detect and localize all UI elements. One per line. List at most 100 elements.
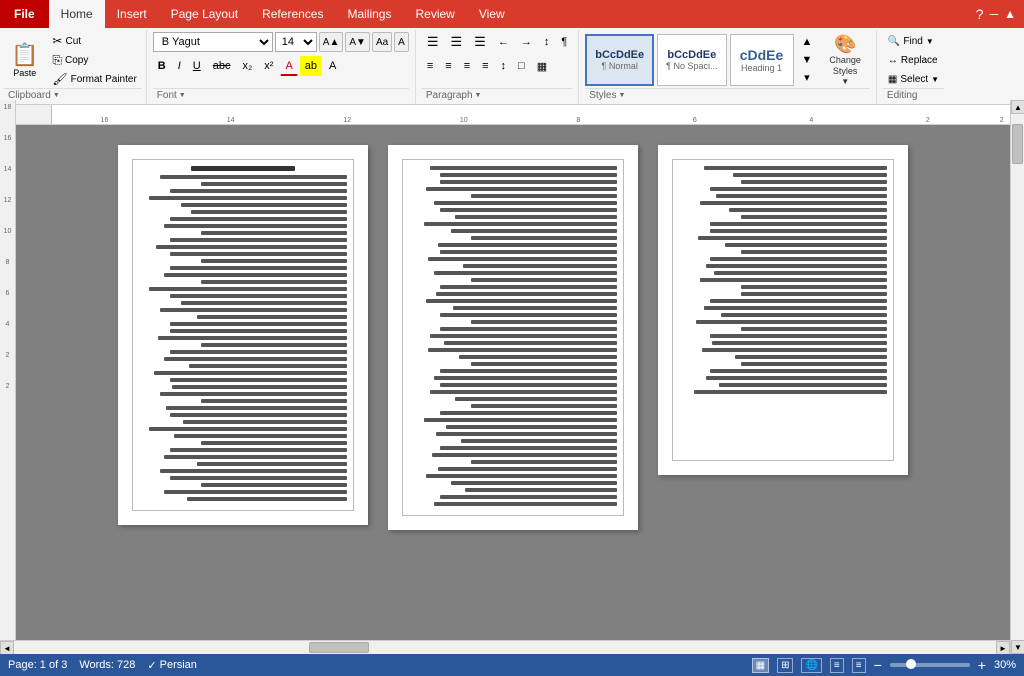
highlight-button[interactable]: ab — [300, 56, 322, 76]
shrink-font-button[interactable]: A▼ — [345, 32, 370, 52]
scroll-right-button[interactable]: ► — [996, 641, 1010, 655]
font-size-select[interactable]: 14 — [275, 32, 317, 52]
word-count: Words: 728 — [79, 659, 135, 671]
line-spacing-button[interactable]: ↕ — [496, 56, 512, 76]
cut-button[interactable]: ✂ Cut — [47, 32, 141, 50]
draft-view-button[interactable]: ≡ — [852, 658, 866, 673]
change-case-button[interactable]: Aa — [372, 32, 392, 52]
styles-label: Styles ▼ — [585, 89, 629, 102]
full-screen-button[interactable]: ⊞ — [777, 658, 793, 673]
italic-button[interactable]: I — [173, 56, 186, 76]
horizontal-scrollbar[interactable]: ◄ ► — [0, 640, 1010, 654]
ribbon-collapse-icon[interactable]: ▲ — [1004, 7, 1016, 21]
tab-file[interactable]: File — [0, 0, 49, 28]
shading-button[interactable]: □ — [513, 56, 530, 76]
align-left-button[interactable]: ≡ — [422, 56, 438, 76]
clipboard-expand-icon[interactable]: ▼ — [53, 92, 60, 99]
check-icon: ✓ — [147, 659, 156, 672]
replace-icon: ↔ — [888, 55, 898, 66]
zoom-thumb[interactable] — [906, 659, 916, 669]
increase-indent-button[interactable]: → — [516, 32, 537, 52]
scroll-down-button[interactable]: ▼ — [1011, 640, 1024, 654]
scroll-thumb[interactable] — [1012, 124, 1023, 164]
copy-button[interactable]: ⎘ Copy — [47, 51, 141, 69]
page-2 — [388, 145, 638, 530]
strikethrough-button[interactable]: abc — [208, 56, 236, 76]
scroll-left-button[interactable]: ◄ — [0, 641, 14, 655]
vertical-scrollbar[interactable]: ▲ ▼ — [1010, 100, 1024, 654]
replace-button[interactable]: ↔ Replace — [883, 51, 944, 69]
document-area[interactable] — [16, 125, 1010, 669]
h-scroll-thumb[interactable] — [309, 642, 369, 653]
font-expand-icon[interactable]: ▼ — [179, 92, 186, 99]
tab-mailings[interactable]: Mailings — [335, 0, 403, 28]
style-no-spacing[interactable]: bCcDdEe ¶ No Spaci... — [657, 34, 726, 86]
grow-font-button[interactable]: A▲ — [319, 32, 344, 52]
sort-button[interactable]: ↕ — [539, 32, 555, 52]
styles-scroll-down[interactable]: ▼ — [797, 51, 818, 69]
font-group: B Yagut 14 A▲ A▼ Aa A B I U abc x₂ x² — [147, 30, 416, 104]
underline-button[interactable]: U — [188, 56, 206, 76]
ribbon: 📋 Paste ✂ Cut ⎘ Copy 🖌 Format Painter — [0, 28, 1024, 105]
tab-insert[interactable]: Insert — [105, 0, 159, 28]
styles-expand-icon[interactable]: ▼ — [618, 92, 625, 99]
help-icon[interactable]: ? — [976, 6, 984, 22]
tab-page-layout[interactable]: Page Layout — [159, 0, 250, 28]
justify-button[interactable]: ≡ — [477, 56, 493, 76]
decrease-indent-button[interactable]: ← — [493, 32, 514, 52]
page-1 — [118, 145, 368, 525]
borders-button[interactable]: ▦ — [532, 56, 552, 76]
ribbon-tabs: File Home Insert Page Layout References … — [0, 0, 1024, 28]
zoom-slider[interactable] — [890, 663, 970, 667]
zoom-in-button[interactable]: + — [978, 657, 986, 673]
tab-view[interactable]: View — [467, 0, 517, 28]
align-right-button[interactable]: ≡ — [459, 56, 475, 76]
scissors-icon: ✂ — [52, 34, 62, 48]
styles-group: bCcDdEe ¶ Normal bCcDdEe ¶ No Spaci... c… — [579, 30, 877, 104]
superscript-button[interactable]: x² — [259, 56, 278, 76]
clear-format-button[interactable]: A — [394, 32, 409, 52]
outline-view-button[interactable]: ≡ — [830, 658, 844, 673]
format-painter-button[interactable]: 🖌 Format Painter — [47, 70, 141, 88]
web-layout-button[interactable]: 🌐 — [801, 658, 821, 673]
align-center-button[interactable]: ≡ — [440, 56, 456, 76]
tab-review[interactable]: Review — [403, 0, 466, 28]
change-styles-icon: 🎨 — [834, 34, 856, 55]
tab-home[interactable]: Home — [49, 0, 105, 28]
ruler-scale: 16 14 12 10 8 6 4 2 2 — [51, 105, 1024, 124]
print-layout-button[interactable]: ▦ — [752, 658, 769, 673]
paragraph-group: ☰ ☰ ☰ ← → ↕ ¶ ≡ ≡ ≡ ≡ ↕ □ ▦ — [416, 30, 579, 104]
zoom-level[interactable]: 30% — [994, 659, 1016, 671]
bullets-button[interactable]: ☰ — [422, 32, 444, 52]
styles-scroll-up[interactable]: ▲ — [797, 33, 818, 51]
paste-button[interactable]: 📋 Paste — [4, 37, 45, 83]
tab-references[interactable]: References — [250, 0, 335, 28]
show-marks-button[interactable]: ¶ — [556, 32, 572, 52]
language-indicator[interactable]: ✓ Persian — [147, 659, 197, 672]
font-color-button[interactable]: A — [280, 56, 297, 76]
font-label: Font ▼ — [153, 89, 190, 102]
find-button[interactable]: 🔍 Find ▼ — [883, 32, 944, 50]
h-scroll-track[interactable] — [14, 641, 996, 654]
change-styles-button[interactable]: 🎨 ChangeStyles ▼ — [820, 33, 870, 87]
paragraph-expand-icon[interactable]: ▼ — [475, 92, 482, 99]
scroll-track[interactable] — [1011, 114, 1024, 640]
style-normal[interactable]: bCcDdEe ¶ Normal — [585, 34, 654, 86]
minimize-icon[interactable]: ─ — [990, 7, 999, 21]
page-1-content — [132, 159, 354, 511]
scroll-up-button[interactable]: ▲ — [1011, 100, 1024, 114]
clipboard-group: 📋 Paste ✂ Cut ⎘ Copy 🖌 Format Painter — [0, 30, 147, 104]
text-effects-button[interactable]: A — [324, 56, 341, 76]
bold-button[interactable]: B — [153, 56, 171, 76]
numbering-button[interactable]: ☰ — [446, 32, 468, 52]
subscript-button[interactable]: x₂ — [238, 56, 258, 76]
vertical-ruler: 18 16 14 12 10 8 6 4 2 2 — [0, 100, 16, 654]
style-heading1[interactable]: cDdEe Heading 1 — [730, 34, 794, 86]
font-name-select[interactable]: B Yagut — [153, 32, 273, 52]
select-button[interactable]: ▦ Select ▼ — [883, 70, 944, 88]
multilevel-list-button[interactable]: ☰ — [469, 32, 491, 52]
zoom-out-button[interactable]: − — [874, 657, 882, 673]
copy-icon: ⎘ — [52, 53, 62, 68]
styles-expand[interactable]: ▾ — [797, 69, 818, 87]
horizontal-ruler: 16 14 12 10 8 6 4 2 2 — [0, 105, 1024, 125]
